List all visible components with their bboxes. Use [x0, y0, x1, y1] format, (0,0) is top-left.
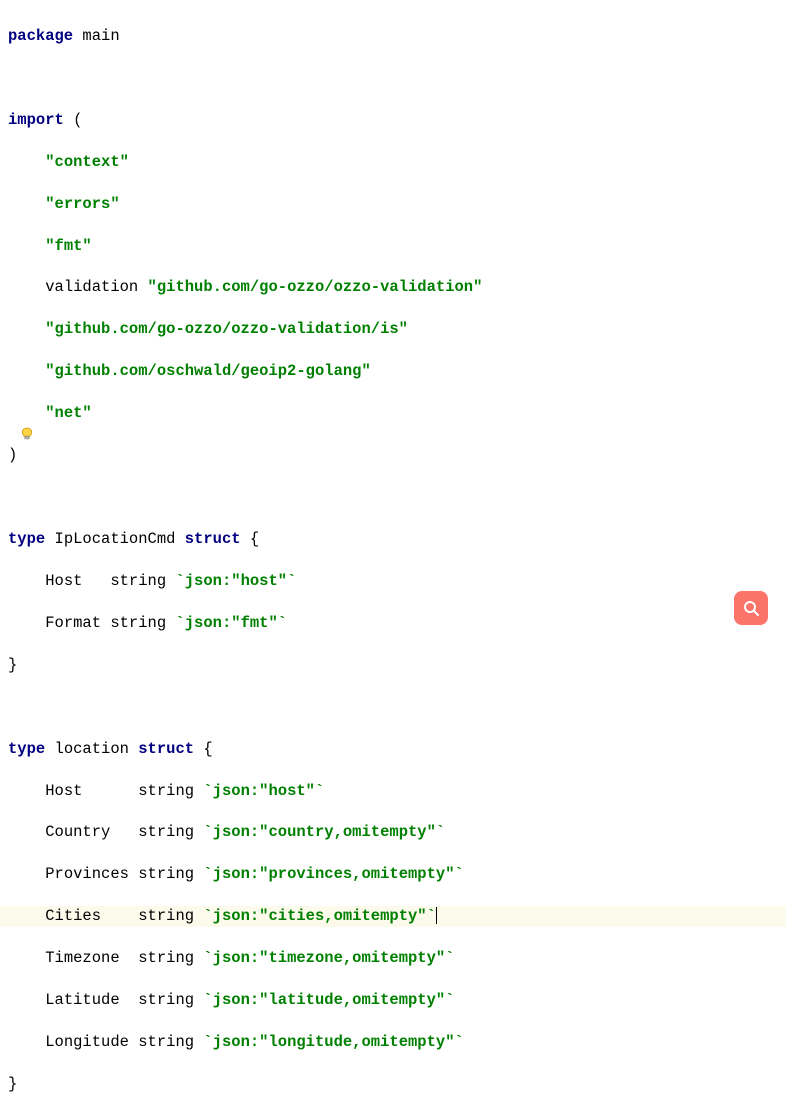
field-decl: Format string [45, 614, 175, 632]
code-line: validation "github.com/go-ozzo/ozzo-vali… [8, 277, 786, 298]
code-line: ) [8, 445, 786, 466]
struct-tag: `json:"timezone,omitempty"` [203, 949, 454, 967]
code-line: Host string `json:"host"` [8, 781, 786, 802]
code-line: Format string `json:"fmt"` [8, 613, 786, 634]
code-line-active: Cities string `json:"cities,omitempty"` [0, 906, 786, 927]
field-decl: Cities string [45, 907, 203, 925]
code-line: Provinces string `json:"provinces,omitem… [8, 864, 786, 885]
struct-tag: `json:"latitude,omitempty"` [203, 991, 454, 1009]
code-line [8, 68, 786, 89]
search-button[interactable] [734, 591, 768, 625]
string-literal: "github.com/go-ozzo/ozzo-validation" [148, 278, 483, 296]
paren: ) [8, 446, 17, 464]
string-literal: "net" [45, 404, 92, 422]
code-line: Timezone string `json:"timezone,omitempt… [8, 948, 786, 969]
struct-tag: `json:"host"` [175, 572, 296, 590]
field-decl: Timezone string [45, 949, 203, 967]
code-line: import ( [8, 110, 786, 131]
code-line: package main [8, 26, 786, 47]
identifier: main [73, 27, 120, 45]
string-literal: "github.com/oschwald/geoip2-golang" [45, 362, 371, 380]
code-line [8, 697, 786, 718]
struct-tag: `json:"host"` [203, 782, 324, 800]
brace: } [8, 656, 17, 674]
field-decl: Host string [45, 572, 175, 590]
struct-tag: `json:"cities,omitempty"` [203, 907, 436, 925]
paren: ( [64, 111, 83, 129]
keyword: type [8, 530, 45, 548]
code-line [8, 487, 786, 508]
field-decl: Country string [45, 823, 203, 841]
code-line: } [8, 1074, 786, 1095]
string-literal: "errors" [45, 195, 119, 213]
field-decl: Latitude string [45, 991, 203, 1009]
identifier: validation [45, 278, 147, 296]
code-line: Country string `json:"country,omitempty"… [8, 822, 786, 843]
field-decl: Provinces string [45, 865, 203, 883]
string-literal: "fmt" [45, 237, 92, 255]
code-line: "fmt" [8, 236, 786, 257]
text-caret [436, 907, 437, 924]
struct-tag: `json:"fmt"` [175, 614, 287, 632]
keyword: struct [185, 530, 241, 548]
string-literal: "github.com/go-ozzo/ozzo-validation/is" [45, 320, 408, 338]
code-editor[interactable]: package main import ( "context" "errors"… [0, 5, 786, 1116]
string-literal: "context" [45, 153, 129, 171]
code-line: type IpLocationCmd struct { [8, 529, 786, 550]
keyword: struct [138, 740, 194, 758]
keyword: type [8, 740, 45, 758]
search-icon [742, 599, 760, 617]
code-line: type location struct { [8, 739, 786, 760]
keyword: package [8, 27, 73, 45]
identifier: IpLocationCmd [45, 530, 185, 548]
identifier: location [45, 740, 138, 758]
field-decl: Host string [45, 782, 203, 800]
brace: } [8, 1075, 17, 1093]
field-decl: Longitude string [45, 1033, 203, 1051]
brace: { [241, 530, 260, 548]
code-line: Host string `json:"host"` [8, 571, 786, 592]
code-line: "github.com/go-ozzo/ozzo-validation/is" [8, 319, 786, 340]
struct-tag: `json:"country,omitempty"` [203, 823, 445, 841]
brace: { [194, 740, 213, 758]
code-line: "context" [8, 152, 786, 173]
code-line: Longitude string `json:"longitude,omitem… [8, 1032, 786, 1053]
code-line: Latitude string `json:"latitude,omitempt… [8, 990, 786, 1011]
code-line: } [8, 655, 786, 676]
code-line: "errors" [8, 194, 786, 215]
keyword: import [8, 111, 64, 129]
code-line: "github.com/oschwald/geoip2-golang" [8, 361, 786, 382]
struct-tag: `json:"longitude,omitempty"` [203, 1033, 463, 1051]
struct-tag: `json:"provinces,omitempty"` [203, 865, 463, 883]
code-line: "net" [8, 403, 786, 424]
